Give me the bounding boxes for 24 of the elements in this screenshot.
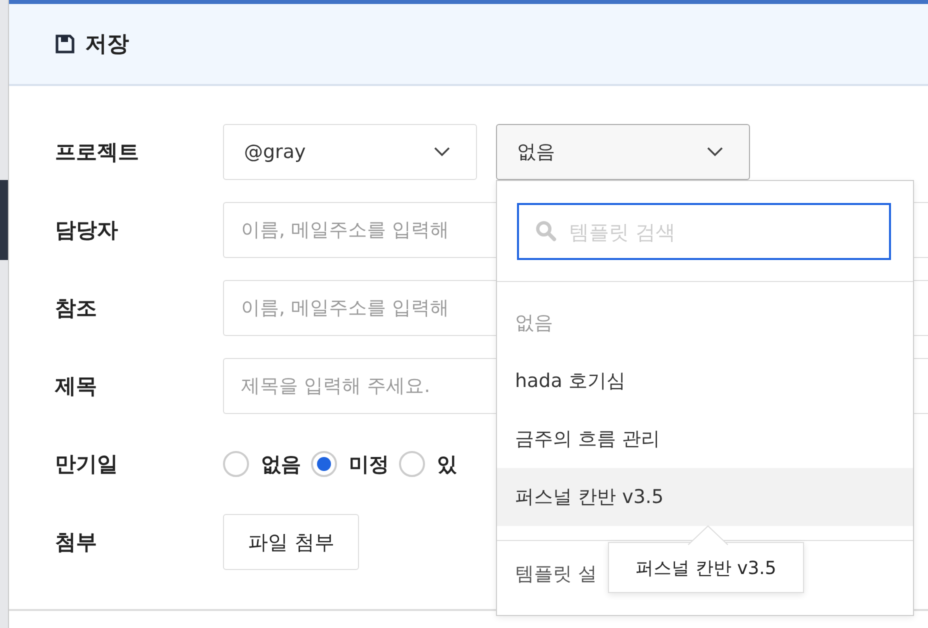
- select-field[interactable]: 없음: [496, 124, 750, 180]
- chevron-icon: [707, 147, 723, 157]
- field-label: 첨부: [55, 529, 98, 556]
- search-icon: [535, 220, 557, 242]
- template-settings-link[interactable]: 템플릿 설: [515, 563, 598, 585]
- field-label: 프로젝트: [55, 139, 140, 166]
- template-option[interactable]: 금주의 흐름 관리: [497, 410, 913, 468]
- attach-file-button[interactable]: 파일 첨부: [223, 514, 360, 570]
- radio-button[interactable]: [311, 451, 337, 477]
- field-label: 담당자: [55, 217, 119, 244]
- field-label: 참조: [55, 295, 98, 322]
- template-option[interactable]: 퍼스널 칸반 v3.5: [497, 468, 913, 526]
- field-label: 만기일: [55, 451, 119, 478]
- template-option[interactable]: hada 호기심: [497, 352, 913, 410]
- radio-label: 있: [437, 450, 457, 478]
- save-icon: [55, 34, 75, 54]
- radio-label: 없음: [261, 450, 301, 478]
- radio-label: 미정: [349, 450, 389, 478]
- dialog-title: 저장: [85, 31, 129, 59]
- select-field[interactable]: @gray: [223, 124, 477, 180]
- chevron-icon: [434, 147, 450, 157]
- field-label: 제목: [55, 373, 98, 400]
- radio-button[interactable]: [399, 451, 425, 477]
- radio-button[interactable]: [223, 451, 249, 477]
